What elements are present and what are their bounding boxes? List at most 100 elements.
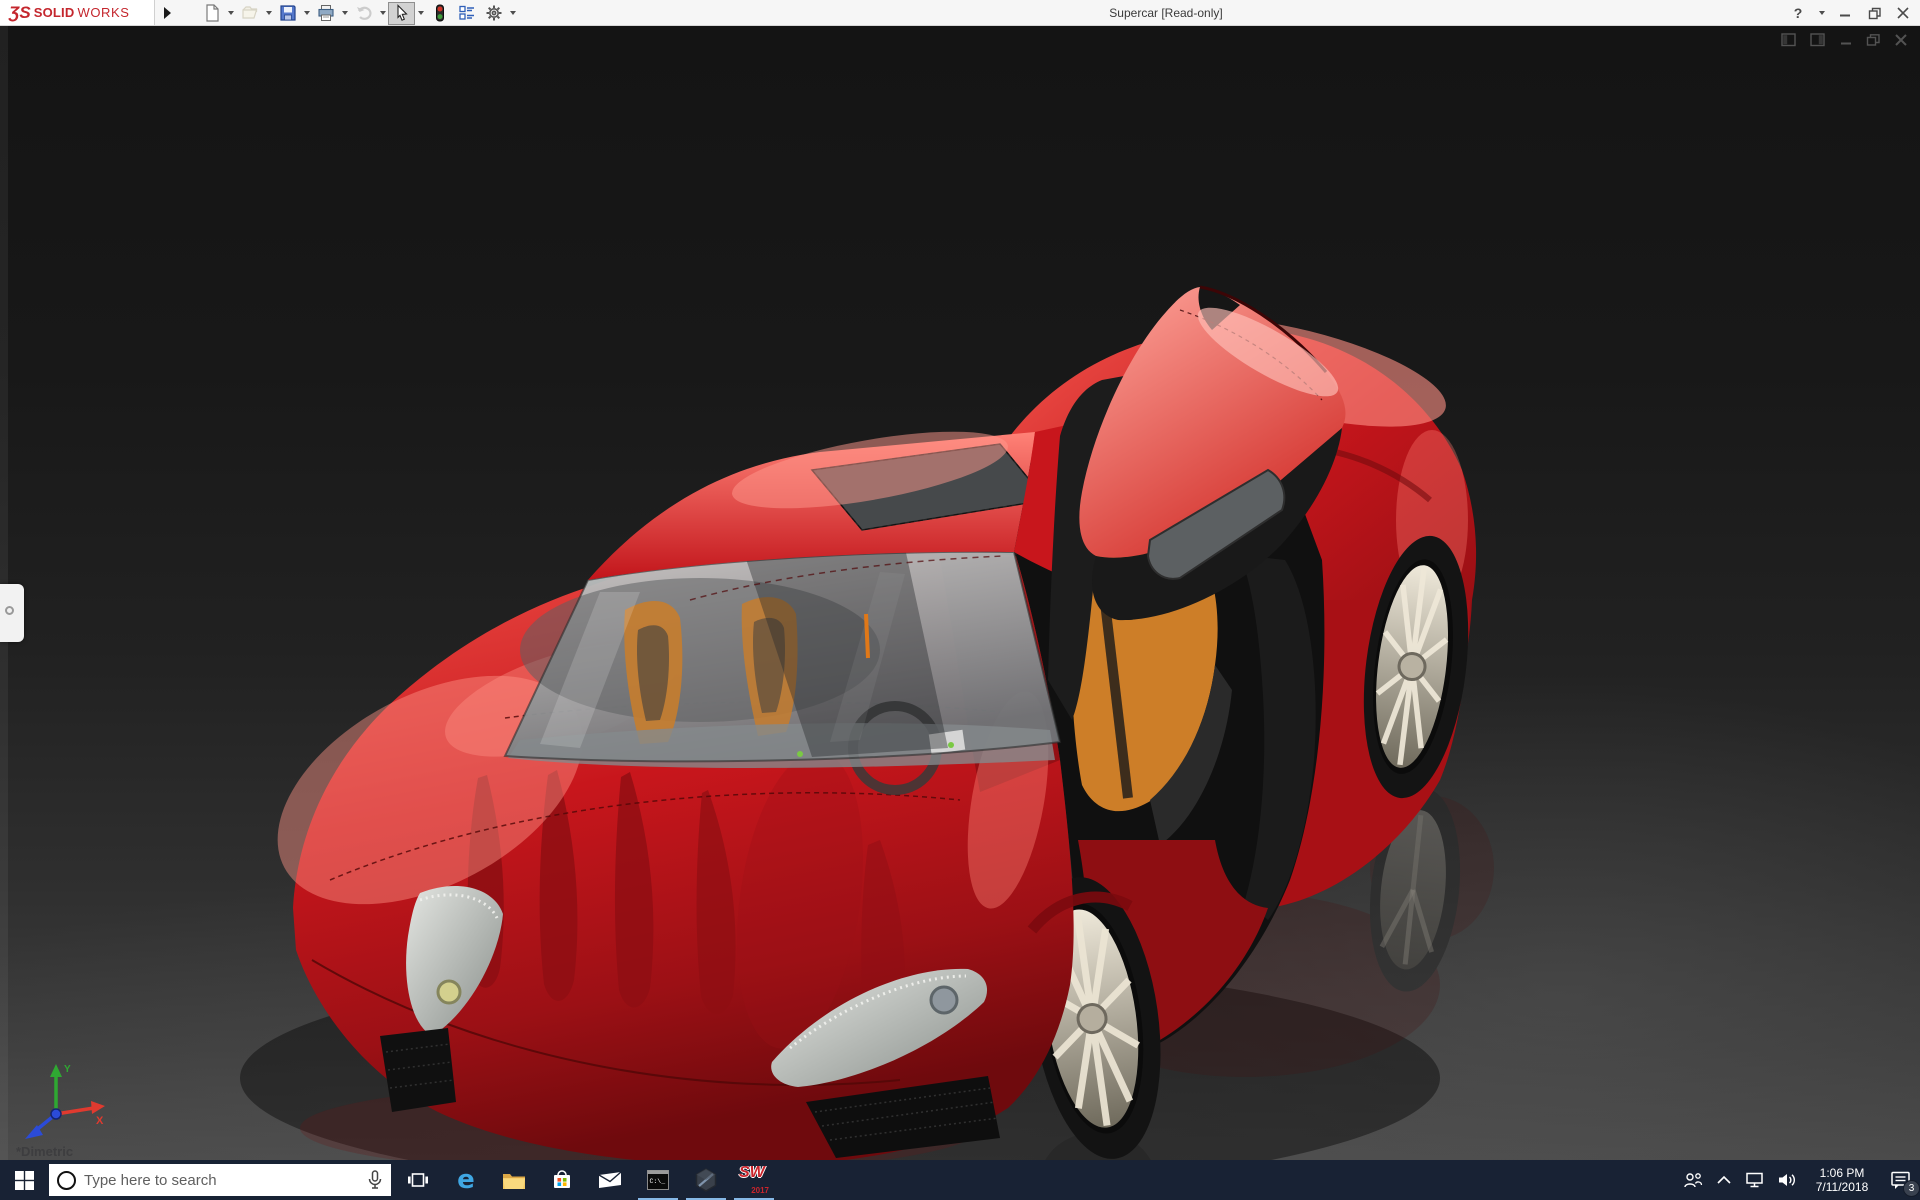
graphics-viewport[interactable]: Y X *Dimetric <box>0 26 1920 1160</box>
hexagon-app-button[interactable] <box>682 1160 730 1200</box>
window-controls: ? <box>1787 0 1914 26</box>
new-document-dropdown[interactable] <box>225 2 236 25</box>
open-folder-icon <box>241 6 257 19</box>
help-dropdown[interactable] <box>1816 2 1827 25</box>
file-explorer-icon <box>503 1173 525 1189</box>
microsoft-store-button[interactable] <box>538 1160 586 1200</box>
print-icon <box>317 5 334 21</box>
stoplight-button[interactable] <box>426 2 453 25</box>
desktop: ƷS SOLID WORKS Supercar [Read-only] ? Y … <box>0 0 1920 1200</box>
open-button[interactable] <box>236 2 263 25</box>
edge-button[interactable]: e <box>442 1160 490 1200</box>
start-button[interactable] <box>0 1160 48 1200</box>
save-button[interactable] <box>274 2 301 25</box>
file-explorer-button[interactable] <box>490 1160 538 1200</box>
doc-right-pane-button[interactable] <box>1810 33 1826 47</box>
solidworks-2017-icon: SW 2017 <box>739 1164 769 1195</box>
undo-icon <box>356 6 371 20</box>
windows-logo-icon <box>14 1170 34 1190</box>
collapsed-panel-tab[interactable] <box>0 584 24 642</box>
document-properties-button[interactable] <box>453 2 480 25</box>
taskbar-clock[interactable]: 1:06 PM 7/11/2018 <box>1811 1166 1873 1194</box>
task-view-icon <box>408 1173 428 1187</box>
clock-time: 1:06 PM <box>1819 1166 1865 1180</box>
taskbar-search[interactable] <box>49 1164 391 1196</box>
orientation-triad: Y X <box>25 1064 105 1139</box>
search-input[interactable] <box>84 1171 359 1189</box>
print-dropdown[interactable] <box>339 2 350 25</box>
solidworks-logo: ƷS SOLID WORKS <box>0 0 155 25</box>
notification-badge: 3 <box>1903 1180 1920 1197</box>
open-dropdown[interactable] <box>263 2 274 25</box>
right-pane-icon <box>1810 33 1825 47</box>
toolbar-flyout-button[interactable] <box>157 0 177 25</box>
mail-button[interactable] <box>586 1160 634 1200</box>
close-icon <box>1897 7 1909 19</box>
restore-button[interactable] <box>1863 1 1885 25</box>
command-prompt-button[interactable]: C:\_ <box>634 1160 682 1200</box>
doc-restore-button[interactable] <box>1866 33 1881 47</box>
doc-minimize-icon <box>1841 42 1851 45</box>
triad-x-label: X <box>96 1115 104 1127</box>
taskbar-apps: e C:\_ SW 2017 <box>394 1160 778 1200</box>
options-button[interactable] <box>480 2 507 25</box>
gear-icon <box>486 5 501 21</box>
flyout-arrow-icon <box>163 6 171 19</box>
solidworks-3s-icon: ƷS <box>9 3 31 22</box>
new-document-button[interactable] <box>198 2 225 25</box>
new-document-icon <box>205 4 219 22</box>
3d-model-supercar[interactable] <box>0 26 1920 1160</box>
pushpin-icon <box>5 606 14 615</box>
left-pane-icon <box>1781 33 1796 47</box>
mail-icon <box>598 1171 622 1188</box>
network-button[interactable] <box>1745 1171 1765 1189</box>
brand-works: WORKS <box>77 5 130 20</box>
task-view-button[interactable] <box>394 1160 442 1200</box>
save-floppy-icon <box>279 5 296 21</box>
quick-access-toolbar <box>198 1 518 25</box>
doc-close-icon <box>1895 34 1907 46</box>
document-window-controls <box>1781 33 1908 47</box>
close-button[interactable] <box>1892 1 1914 25</box>
undo-button[interactable] <box>350 2 377 25</box>
undo-dropdown[interactable] <box>377 2 388 25</box>
doc-close-button[interactable] <box>1894 33 1908 47</box>
doc-restore-icon <box>1866 34 1880 46</box>
system-tray: 1:06 PM 7/11/2018 3 <box>1683 1160 1920 1200</box>
solidworks-2017-button[interactable]: SW 2017 <box>730 1160 778 1200</box>
command-prompt-icon: C:\_ <box>647 1170 669 1190</box>
action-center-button[interactable]: 3 <box>1886 1165 1920 1197</box>
store-icon <box>554 1170 570 1188</box>
minimize-icon <box>1840 14 1850 17</box>
brand-solid: SOLID <box>33 5 75 20</box>
select-cursor-icon <box>396 4 408 21</box>
window-title: Supercar [Read-only] <box>1109 6 1223 20</box>
windows-taskbar: e <box>0 1160 1920 1200</box>
edge-icon: e <box>457 1165 475 1195</box>
volume-button[interactable] <box>1778 1172 1798 1188</box>
cortana-icon <box>57 1170 76 1190</box>
cmd-prompt-text: C:\_ <box>650 1178 666 1185</box>
titlebar: ƷS SOLID WORKS Supercar [Read-only] ? <box>0 0 1920 26</box>
help-label: ? <box>1793 5 1803 21</box>
network-icon <box>1746 1172 1763 1188</box>
minimize-button[interactable] <box>1834 1 1856 25</box>
properties-form-icon <box>458 5 474 20</box>
hexagon-app-icon <box>695 1168 717 1192</box>
select-tool-button[interactable] <box>388 1 415 25</box>
select-tool-dropdown[interactable] <box>415 2 426 25</box>
save-dropdown[interactable] <box>301 2 312 25</box>
tray-overflow-button[interactable] <box>1716 1175 1732 1185</box>
chevron-up-icon <box>1717 1175 1731 1184</box>
options-dropdown[interactable] <box>507 2 518 25</box>
doc-minimize-button[interactable] <box>1839 33 1853 47</box>
microphone-icon[interactable] <box>367 1170 383 1190</box>
view-orientation-label: *Dimetric <box>16 1144 74 1159</box>
stoplight-icon <box>435 4 444 22</box>
clock-date: 7/11/2018 <box>1815 1180 1869 1194</box>
triad-y-label: Y <box>64 1064 71 1075</box>
doc-left-pane-button[interactable] <box>1781 33 1797 47</box>
print-button[interactable] <box>312 2 339 25</box>
help-button[interactable]: ? <box>1787 1 1809 25</box>
people-button[interactable] <box>1683 1171 1703 1189</box>
